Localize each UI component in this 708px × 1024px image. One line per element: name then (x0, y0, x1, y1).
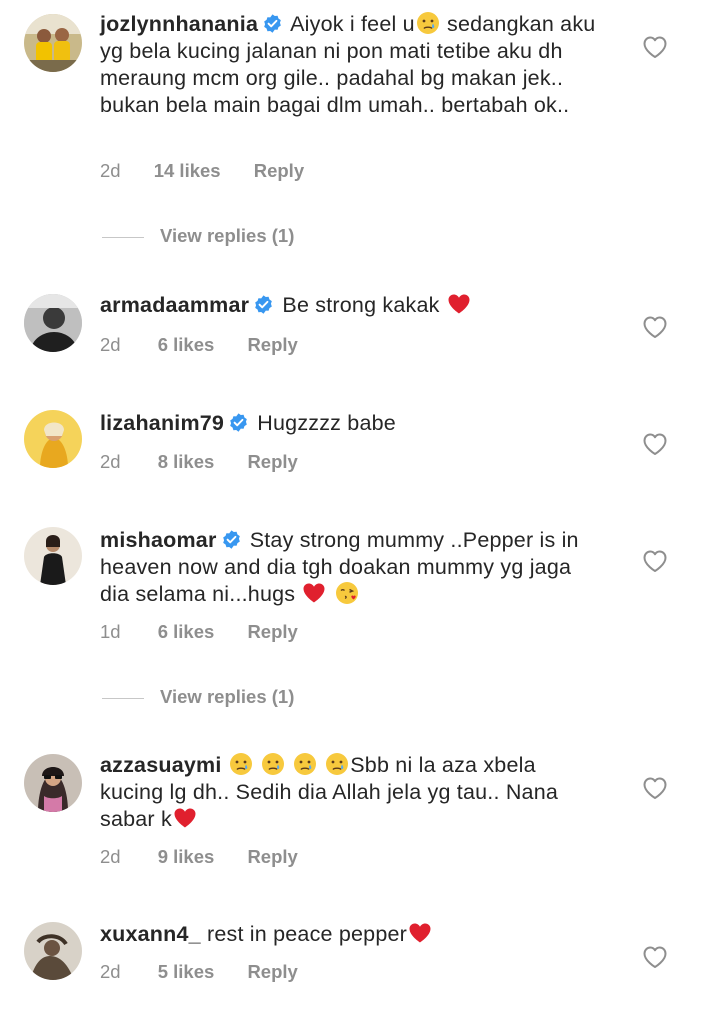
crying-face-emoji-icon (261, 752, 285, 776)
verified-badge-icon (253, 294, 274, 315)
red-heart-emoji-icon (302, 581, 326, 605)
view-replies-button[interactable]: View replies (1) (102, 686, 294, 710)
comment-text-part: rest in peace pepper (206, 922, 408, 946)
crying-face-emoji-icon (325, 752, 349, 776)
like-heart-icon[interactable] (642, 776, 668, 800)
comment-meta: 2d 5 likes Reply (100, 961, 298, 983)
like-heart-icon[interactable] (642, 35, 668, 59)
divider (102, 236, 144, 238)
username[interactable]: jozlynnhanania (100, 12, 258, 36)
like-heart-icon[interactable] (642, 315, 668, 339)
reply-button[interactable]: Reply (247, 961, 297, 983)
comment-text: xuxann4_ rest in peace pepper (100, 921, 600, 948)
comment-text-part: Be strong kakak (282, 293, 446, 317)
comment-text: armadaammar Be strong kakak (100, 292, 600, 319)
likes-count[interactable]: 14 likes (154, 160, 221, 182)
likes-count[interactable]: 5 likes (158, 961, 215, 983)
like-heart-icon[interactable] (642, 432, 668, 456)
divider (102, 697, 144, 699)
comment-text: jozlynnhanania Aiyok i feel u sedangkan … (100, 11, 600, 119)
avatar[interactable] (24, 527, 82, 585)
view-replies-label[interactable]: View replies (1) (160, 686, 294, 707)
comment-meta: 2d 9 likes Reply (100, 846, 298, 868)
likes-count[interactable]: 6 likes (158, 334, 215, 356)
username[interactable]: lizahanim79 (100, 411, 224, 435)
reply-button[interactable]: Reply (247, 334, 297, 356)
crying-face-emoji-icon (229, 752, 253, 776)
likes-count[interactable]: 8 likes (158, 451, 215, 473)
avatar[interactable] (24, 922, 82, 980)
username[interactable]: armadaammar (100, 293, 249, 317)
crying-face-emoji-icon (416, 11, 440, 35)
like-heart-icon[interactable] (642, 549, 668, 573)
comment-meta: 1d 6 likes Reply (100, 621, 298, 643)
avatar[interactable] (24, 410, 82, 468)
comment-text: azzasuaymi Sbb ni la aza xbela kucing lg… (100, 752, 600, 833)
verified-badge-icon (228, 412, 249, 433)
comment-time: 2d (100, 451, 121, 472)
comment-text-part: Aiyok i feel u (290, 12, 415, 36)
reply-button[interactable]: Reply (254, 160, 304, 182)
comment-text-part: Hugzzzz babe (257, 411, 396, 435)
comment-meta: 2d 14 likes Reply (100, 160, 304, 182)
comment-meta: 2d 6 likes Reply (100, 334, 298, 356)
red-heart-emoji-icon (408, 921, 432, 945)
username[interactable]: azzasuaymi (100, 753, 222, 777)
red-heart-emoji-icon (173, 806, 197, 830)
likes-count[interactable]: 6 likes (158, 621, 215, 643)
face-blowing-kiss-emoji-icon (335, 581, 359, 605)
comment-text: mishaomar Stay strong mummy ..Pepper is … (100, 527, 600, 608)
username[interactable]: xuxann4_ (100, 922, 201, 946)
verified-badge-icon (262, 13, 283, 34)
avatar[interactable] (24, 294, 82, 352)
avatar[interactable] (24, 754, 82, 812)
comment-time: 2d (100, 961, 121, 982)
comment-time: 2d (100, 334, 121, 355)
reply-button[interactable]: Reply (247, 621, 297, 643)
reply-button[interactable]: Reply (247, 846, 297, 868)
reply-button[interactable]: Reply (247, 451, 297, 473)
red-heart-emoji-icon (447, 292, 471, 316)
username[interactable]: mishaomar (100, 528, 217, 552)
view-replies-label[interactable]: View replies (1) (160, 225, 294, 246)
comment-time: 2d (100, 160, 121, 181)
verified-badge-icon (221, 529, 242, 550)
comment-text: lizahanim79 Hugzzzz babe (100, 410, 600, 437)
comment-time: 1d (100, 621, 121, 642)
view-replies-button[interactable]: View replies (1) (102, 225, 294, 249)
likes-count[interactable]: 9 likes (158, 846, 215, 868)
crying-face-emoji-icon (293, 752, 317, 776)
like-heart-icon[interactable] (642, 945, 668, 969)
comment-meta: 2d 8 likes Reply (100, 451, 298, 473)
comment-time: 2d (100, 846, 121, 867)
avatar[interactable] (24, 14, 82, 72)
